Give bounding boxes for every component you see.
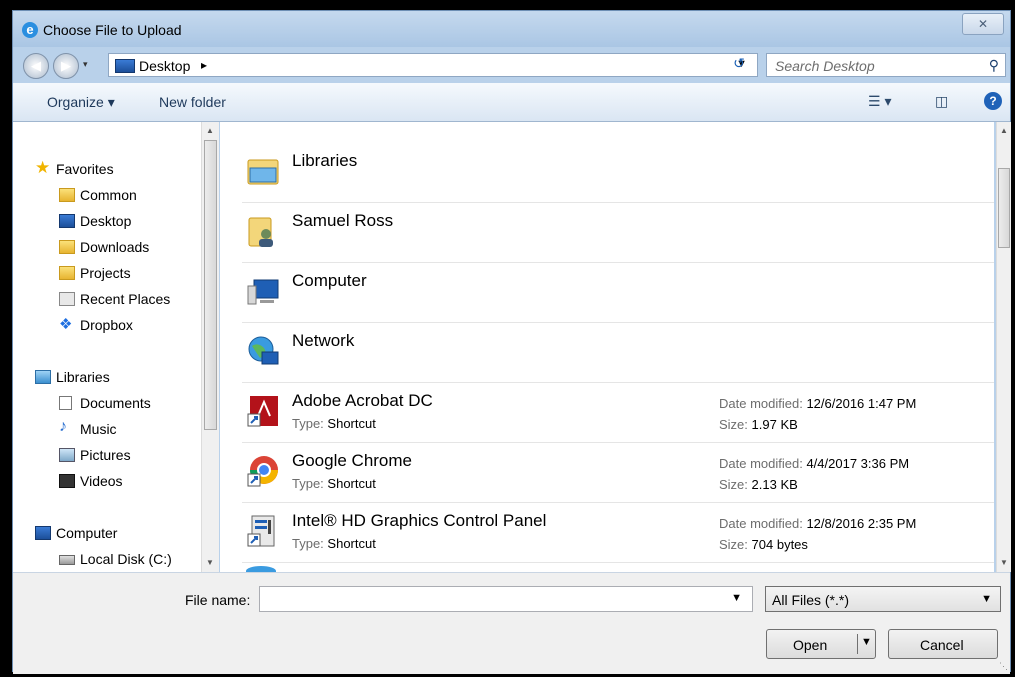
computer-icon [35, 526, 51, 540]
view-options-icon[interactable]: ☰ ▾ [868, 93, 891, 110]
folder-icon [59, 266, 75, 280]
sidebar-scroll-thumb[interactable] [204, 140, 217, 430]
dropbox-icon: ❖ [59, 316, 73, 333]
back-button[interactable]: ◀ [23, 53, 49, 79]
file-list-scrollbar[interactable]: ▲ ▼ [996, 122, 1011, 572]
list-item-intel-graphics[interactable]: Intel® HD Graphics Control Panel Type: S… [242, 502, 994, 563]
search-icon[interactable]: ⚲ [989, 57, 999, 74]
internet-explorer-icon: e [22, 22, 38, 38]
downloads-folder-icon [59, 240, 75, 254]
list-item-adobe-acrobat[interactable]: Adobe Acrobat DC Type: Shortcut Date mod… [242, 382, 994, 443]
list-item-user-folder[interactable]: Samuel Ross [242, 202, 994, 263]
music-note-icon: ♪ [59, 418, 67, 435]
recent-places-icon [59, 292, 75, 306]
file-list-scroll-thumb[interactable] [998, 168, 1010, 248]
file-type-filter[interactable]: All Files (*.*) ▼ [765, 586, 1001, 612]
resize-grip-icon[interactable]: ⋱ [999, 661, 1008, 672]
libraries-folder-icon [247, 159, 279, 185]
close-icon: ✕ [977, 17, 989, 31]
back-arrow-icon: ◀ [31, 58, 41, 73]
folder-icon [59, 188, 75, 202]
network-globe-icon [248, 336, 279, 365]
file-list: Libraries Samuel Ross Computer Network A… [220, 122, 994, 572]
star-icon: ★ [35, 158, 51, 177]
desktop-icon [59, 214, 75, 228]
open-dropdown-icon[interactable]: ▼ [861, 636, 872, 648]
libraries-icon [35, 370, 51, 384]
scroll-up-icon[interactable]: ▲ [1000, 126, 1008, 135]
computer-icon [247, 279, 279, 305]
file-upload-dialog: e Choose File to Upload ✕ ◀ ▶ ▾ Desktop … [12, 10, 1011, 674]
filter-dropdown-icon: ▼ [981, 593, 992, 605]
list-item-libraries[interactable]: Libraries [242, 142, 994, 203]
file-name-input[interactable]: ▼ [259, 586, 753, 612]
desktop-icon [115, 59, 135, 73]
sidebar-scrollbar[interactable]: ▲ ▼ [201, 122, 219, 572]
help-icon[interactable]: ? [984, 92, 1002, 110]
forward-button[interactable]: ▶ [53, 53, 79, 79]
list-item-google-chrome[interactable]: Google Chrome Type: Shortcut Date modifi… [242, 442, 994, 503]
organize-button[interactable]: Organize ▾ [47, 94, 115, 111]
open-button[interactable]: Open ▼ [766, 629, 876, 659]
close-button[interactable]: ✕ [962, 13, 1004, 35]
scroll-down-icon[interactable]: ▼ [206, 558, 214, 567]
new-folder-button[interactable]: New folder [159, 94, 226, 110]
address-location: Desktop [139, 58, 191, 74]
address-row: ◀ ▶ ▾ Desktop ▸ ▼ ↺ Search Desktop ⚲ [13, 47, 1010, 81]
google-chrome-shortcut-icon [247, 456, 278, 487]
film-icon [59, 474, 75, 488]
recent-locations-icon[interactable]: ▾ [83, 59, 88, 70]
file-name-label: File name: [185, 592, 251, 608]
title-bar: e Choose File to Upload ✕ [13, 11, 1010, 47]
intel-graphics-shortcut-icon [247, 515, 275, 547]
command-toolbar: Organize ▾ New folder ☰ ▾ ◫ ? [13, 83, 1010, 122]
list-item-network[interactable]: Network [242, 322, 994, 383]
list-item-computer[interactable]: Computer [242, 262, 994, 323]
picture-icon [59, 448, 75, 462]
dialog-footer: File name: ▼ All Files (*.*) ▼ Open ▼ Ca… [13, 572, 1010, 674]
user-folder-icon [248, 217, 273, 247]
scroll-up-icon[interactable]: ▲ [206, 126, 214, 135]
scroll-down-icon[interactable]: ▼ [1000, 558, 1008, 567]
refresh-button[interactable]: ↺ [728, 55, 750, 75]
adobe-acrobat-shortcut-icon [247, 396, 278, 427]
svg-text:e: e [26, 22, 33, 37]
file-name-dropdown-icon[interactable]: ▼ [731, 592, 742, 604]
hard-drive-icon [59, 555, 75, 565]
document-icon [59, 396, 72, 410]
search-box[interactable]: Search Desktop ⚲ [766, 53, 1006, 77]
search-input[interactable]: Search Desktop [775, 58, 875, 74]
forward-arrow-icon: ▶ [61, 58, 71, 73]
window-title: Choose File to Upload [43, 22, 182, 38]
navigation-pane: ★ Favorites Common Desktop Downloads Pro… [13, 122, 219, 572]
cancel-button[interactable]: Cancel [888, 629, 998, 659]
breadcrumb-arrow-icon[interactable]: ▸ [201, 58, 207, 72]
refresh-icon: ↺ [733, 55, 745, 71]
address-bar[interactable]: Desktop ▸ ▼ [108, 53, 758, 77]
preview-pane-icon[interactable]: ◫ [935, 93, 948, 110]
